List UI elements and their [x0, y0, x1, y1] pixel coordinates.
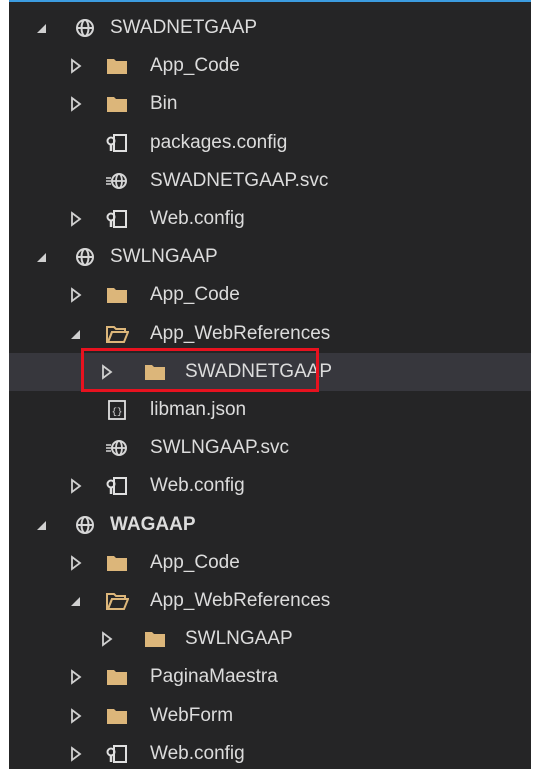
tree-item-label: App_WebReferences	[150, 590, 331, 611]
tree-item-label: App_Code	[150, 55, 240, 76]
collapsed-arrow-icon[interactable]	[69, 555, 83, 571]
tree-item-project[interactable]: SWADNETGAAP	[9, 9, 531, 47]
json-file-icon: {}	[108, 400, 126, 420]
tree-item-folder[interactable]: App_WebReferences	[9, 315, 531, 353]
collapsed-arrow-icon[interactable]	[69, 708, 83, 724]
solution-tree: SWADNETGAAP App_Code Bin packages.config…	[9, 0, 531, 769]
tree-item-label: Web.config	[150, 208, 245, 229]
tree-item-label: libman.json	[150, 399, 247, 420]
tree-item-folder[interactable]: PaginaMaestra	[9, 658, 531, 696]
config-file-icon	[106, 210, 127, 228]
expanded-arrow-icon[interactable]	[69, 593, 83, 609]
tree-item-file[interactable]: Web.config	[9, 735, 531, 769]
tree-item-file[interactable]: packages.config	[9, 124, 531, 162]
folder-icon	[145, 632, 165, 647]
tree-item-label: App_WebReferences	[150, 323, 331, 344]
tree-item-label: packages.config	[150, 132, 288, 153]
tree-item-folder[interactable]: App_Code	[9, 544, 531, 582]
tree-item-file[interactable]: Web.config	[9, 200, 531, 238]
tree-item-label: WAGAAP	[110, 514, 196, 535]
service-file-icon	[106, 173, 127, 189]
tree-item-label: App_Code	[150, 284, 240, 305]
tree-item-label: WebForm	[150, 705, 234, 726]
tree-item-folder[interactable]: App_WebReferences	[9, 582, 531, 620]
globe-icon	[76, 516, 94, 534]
expanded-arrow-icon[interactable]	[35, 249, 49, 265]
folder-open-icon	[106, 326, 129, 343]
expanded-arrow-icon[interactable]	[35, 20, 49, 36]
config-file-icon	[106, 477, 127, 495]
tree-item-folder[interactable]: SWADNETGAAP	[9, 353, 531, 391]
tree-item-label: SWLNGAAP	[110, 246, 218, 267]
tree-item-folder[interactable]: Bin	[9, 85, 531, 123]
config-file-icon	[106, 134, 127, 152]
tree-item-label: SWADNETGAAP	[110, 17, 258, 38]
globe-icon	[76, 248, 94, 266]
tree-item-label: Web.config	[150, 743, 245, 764]
collapsed-arrow-icon[interactable]	[69, 478, 83, 494]
collapsed-arrow-icon[interactable]	[100, 631, 114, 647]
svg-text:{}: {}	[112, 407, 123, 417]
tree-item-file[interactable]: SWADNETGAAP.svc	[9, 162, 531, 200]
tree-item-label: Web.config	[150, 475, 245, 496]
tree-item-file[interactable]: Web.config	[9, 467, 531, 505]
folder-icon	[107, 670, 127, 685]
globe-icon	[76, 19, 94, 37]
tree-item-label: App_Code	[150, 552, 240, 573]
folder-icon	[107, 288, 127, 303]
tree-item-project[interactable]: WAGAAP	[9, 506, 531, 544]
collapsed-arrow-icon[interactable]	[69, 211, 83, 227]
folder-icon	[107, 556, 127, 571]
collapsed-arrow-icon[interactable]	[69, 746, 83, 762]
folder-icon	[107, 59, 127, 74]
folder-open-icon	[106, 593, 129, 610]
folder-icon	[145, 365, 165, 380]
expanded-arrow-icon[interactable]	[35, 517, 49, 533]
collapsed-arrow-icon[interactable]	[100, 364, 114, 380]
tree-item-folder[interactable]: App_Code	[9, 276, 531, 314]
expanded-arrow-icon[interactable]	[69, 326, 83, 342]
collapsed-arrow-icon[interactable]	[69, 287, 83, 303]
folder-icon	[107, 97, 127, 112]
folder-icon	[107, 709, 127, 724]
tree-item-label: SWADNETGAAP.svc	[150, 170, 329, 191]
collapsed-arrow-icon[interactable]	[69, 669, 83, 685]
tree-item-label: SWADNETGAAP	[185, 361, 333, 382]
tree-item-label: PaginaMaestra	[150, 666, 278, 687]
tree-item-folder[interactable]: App_Code	[9, 47, 531, 85]
solution-explorer-panel: SWADNETGAAP App_Code Bin packages.config…	[0, 0, 534, 769]
config-file-icon	[106, 745, 127, 763]
tree-item-label: Bin	[150, 93, 178, 114]
tree-item-folder[interactable]: SWLNGAAP	[9, 620, 531, 658]
tree-item-label: SWLNGAAP	[185, 628, 293, 649]
service-file-icon	[106, 440, 127, 456]
tree-item-project[interactable]: SWLNGAAP	[9, 238, 531, 276]
collapsed-arrow-icon[interactable]	[69, 96, 83, 112]
tree-item-file[interactable]: {} libman.json	[9, 391, 531, 429]
collapsed-arrow-icon[interactable]	[69, 58, 83, 74]
tree-item-label: SWLNGAAP.svc	[150, 437, 290, 458]
tree-item-folder[interactable]: WebForm	[9, 697, 531, 735]
tree-item-file[interactable]: SWLNGAAP.svc	[9, 429, 531, 467]
